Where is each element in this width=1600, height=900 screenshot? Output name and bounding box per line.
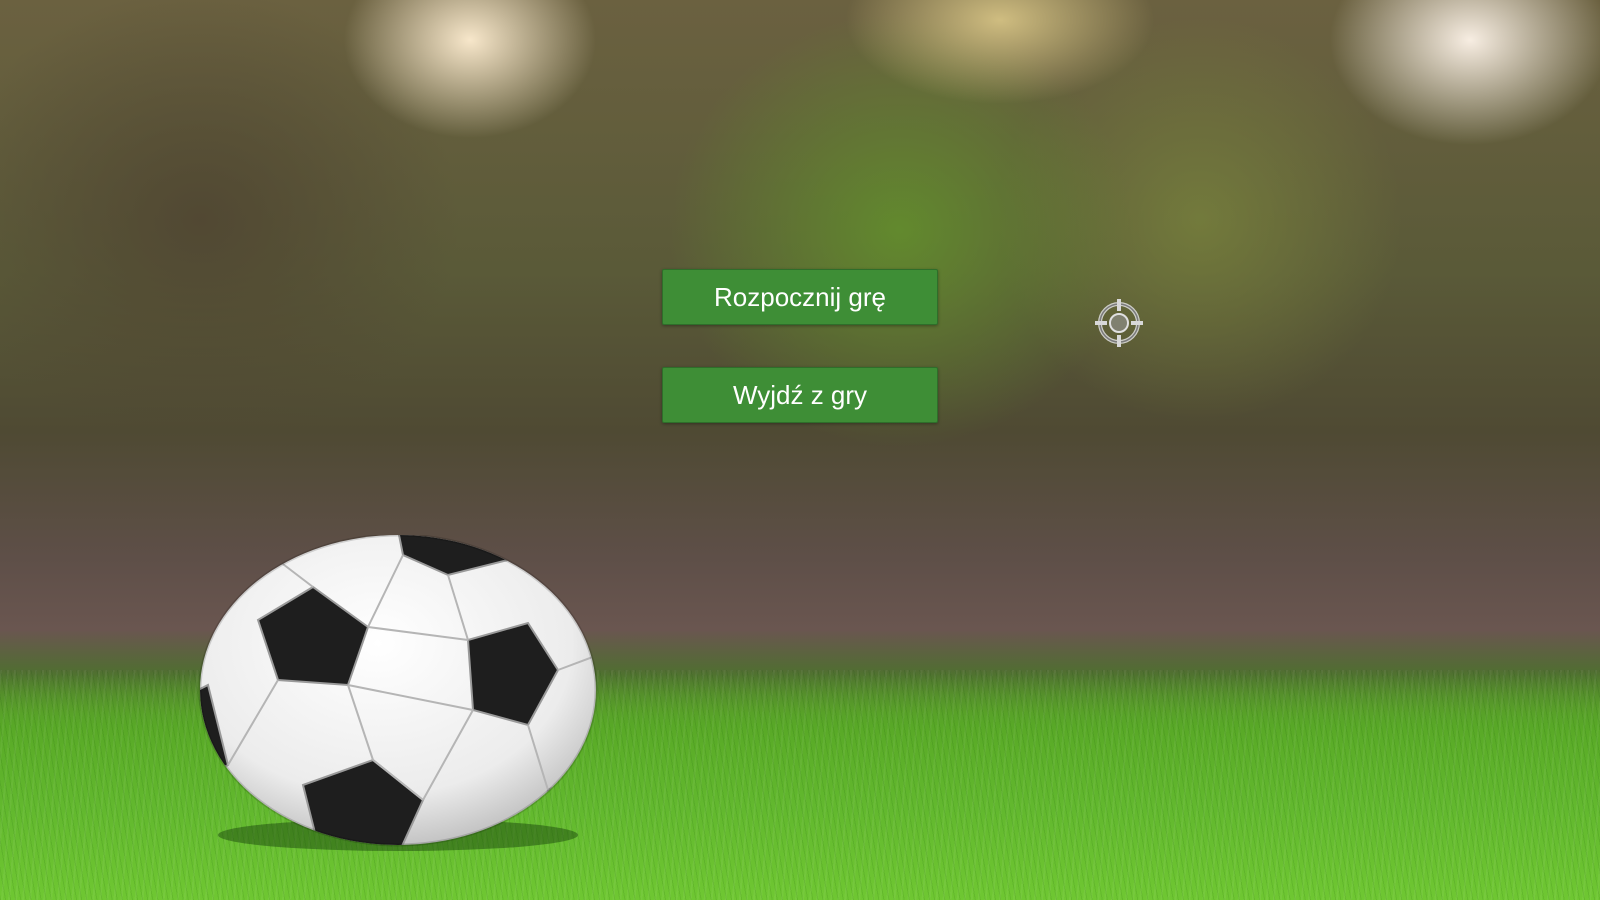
soccer-ball-image	[198, 535, 598, 851]
start-game-button[interactable]: Rozpocznij grę	[662, 269, 938, 325]
main-menu-screen: Rozpocznij grę Wyjdź z gry	[0, 0, 1600, 900]
main-menu: Rozpocznij grę Wyjdź z gry	[662, 269, 938, 465]
exit-game-button[interactable]: Wyjdź z gry	[662, 367, 938, 423]
crosshair-icon	[1095, 299, 1143, 347]
